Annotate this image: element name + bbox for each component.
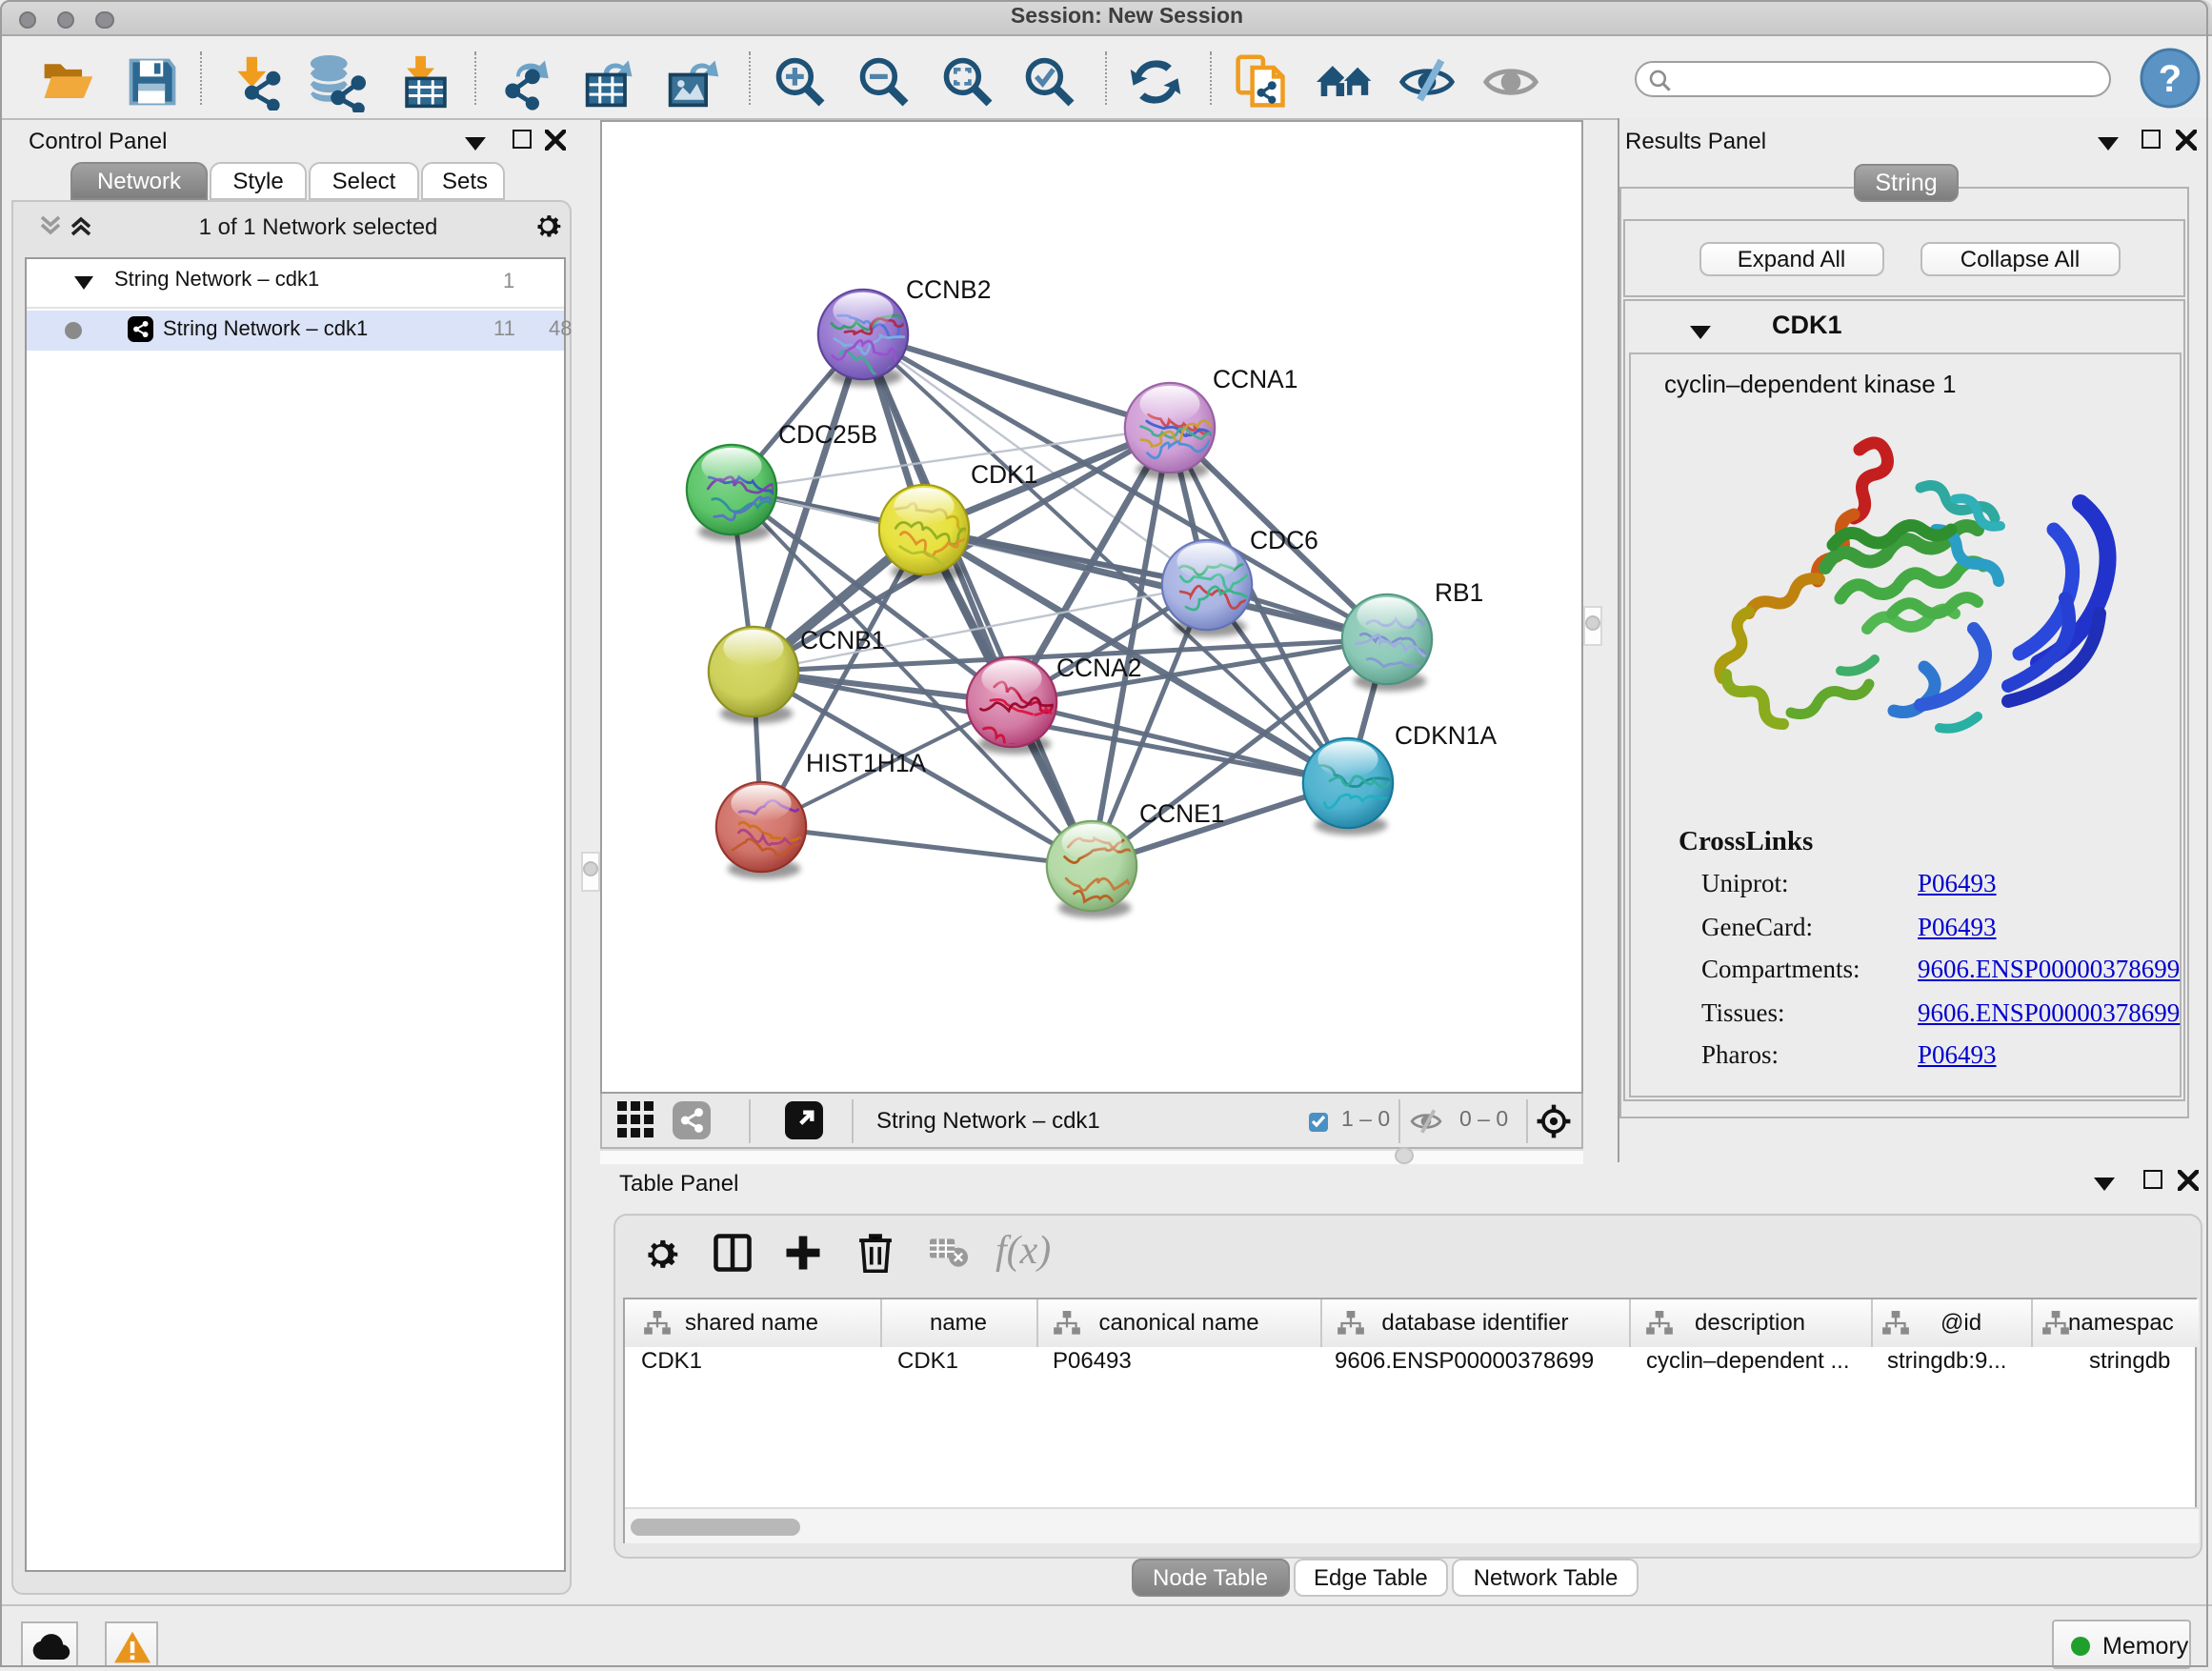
svg-text:?: ?	[2159, 58, 2182, 100]
svg-text:CCNB1: CCNB1	[800, 626, 885, 654]
svg-text:CDC6: CDC6	[1250, 526, 1318, 554]
svg-text:CCNA2: CCNA2	[1056, 654, 1141, 682]
svg-text:CDKN1A: CDKN1A	[1395, 721, 1497, 750]
svg-text:CDK1: CDK1	[971, 460, 1037, 489]
svg-text:CCNB2: CCNB2	[906, 275, 991, 304]
svg-text:CCNE1: CCNE1	[1139, 799, 1224, 828]
svg-text:CDC25B: CDC25B	[778, 420, 877, 449]
svg-text:HIST1H1A: HIST1H1A	[806, 749, 927, 777]
svg-text:CCNA1: CCNA1	[1213, 365, 1297, 393]
svg-text:RB1: RB1	[1435, 578, 1483, 607]
